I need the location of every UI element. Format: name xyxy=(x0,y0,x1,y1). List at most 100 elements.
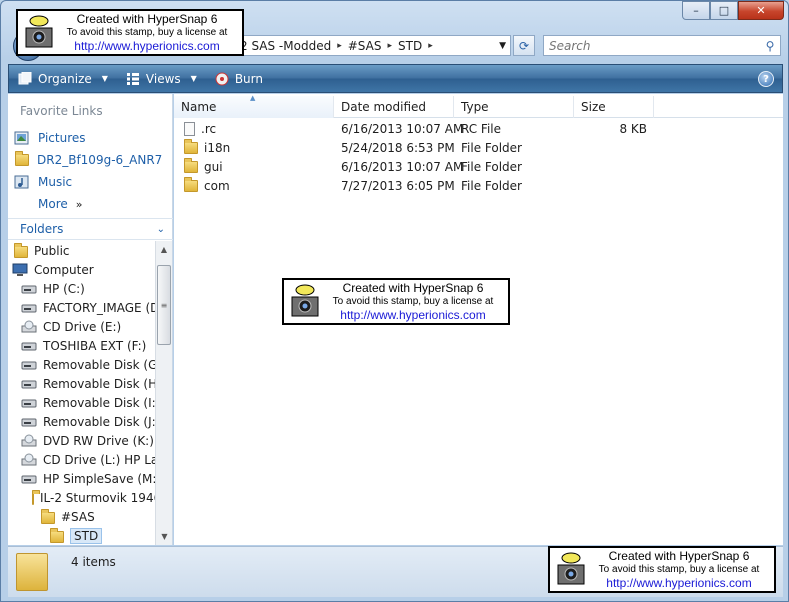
file-date: 6/16/2013 10:07 AM xyxy=(341,159,464,174)
tree-item[interactable]: Removable Disk (I:) xyxy=(8,393,155,412)
tree-item-label: Removable Disk (G:) xyxy=(43,357,155,372)
organize-icon xyxy=(18,71,32,84)
favorite-link-pictures[interactable]: Pictures xyxy=(14,127,162,149)
breadcrumb-item[interactable]: 2 SAS -Modded xyxy=(240,39,331,53)
search-input[interactable] xyxy=(544,38,760,53)
views-button[interactable]: Views ▼ xyxy=(117,65,206,92)
removable-disk-icon xyxy=(21,415,37,429)
tree-item[interactable]: HP SimpleSave (M:) xyxy=(8,469,155,488)
folder-icon xyxy=(15,151,29,166)
tree-item[interactable]: STD xyxy=(8,526,155,545)
column-header-name[interactable]: ▲ Name xyxy=(174,94,334,118)
address-bar[interactable]: 2 SAS -Modded ▸ #SAS ▸ STD ▸ ▼ xyxy=(233,35,511,56)
stamp-link[interactable]: http://www.hyperionics.com xyxy=(586,576,772,590)
breadcrumb-separator-icon[interactable]: ▸ xyxy=(428,41,433,51)
file-row[interactable]: .rc 6/16/2013 10:07 AM RC File 8 KB xyxy=(174,119,654,138)
stamp-link[interactable]: http://www.hyperionics.com xyxy=(54,39,240,53)
column-header-size[interactable]: Size xyxy=(574,96,654,118)
burn-button[interactable]: Burn xyxy=(206,65,272,92)
file-icon xyxy=(184,121,195,136)
scroll-down-icon[interactable]: ▼ xyxy=(156,528,173,545)
file-name-cell: gui xyxy=(174,157,334,174)
folder-tree-scrollbar[interactable]: ▲ ≡ ▼ xyxy=(155,241,172,545)
tree-item[interactable]: Removable Disk (G:) xyxy=(8,355,155,374)
folder-icon xyxy=(41,509,55,524)
search-box[interactable]: ⚲ xyxy=(543,35,781,56)
chevron-down-icon[interactable]: ▼ xyxy=(499,41,510,51)
tree-item-label: Removable Disk (J:) xyxy=(43,414,155,429)
column-header-label: Type xyxy=(461,100,489,114)
organize-label: Organize xyxy=(38,71,92,86)
tree-item-label: TOSHIBA EXT (F:) xyxy=(43,338,147,353)
column-header-type[interactable]: Type xyxy=(454,96,574,118)
tree-item-label: Public xyxy=(34,243,70,258)
file-row[interactable]: i18n 5/24/2018 6:53 PM File Folder xyxy=(174,138,654,157)
tree-item[interactable]: DVD RW Drive (K:) xyxy=(8,431,155,450)
tree-item[interactable]: FACTORY_IMAGE (D:) xyxy=(8,298,155,317)
tree-item[interactable]: IL-2 Sturmovik 1946 xyxy=(8,488,155,507)
folder-icon xyxy=(184,138,198,154)
file-type: File Folder xyxy=(461,159,522,174)
tree-item[interactable]: HP (C:) xyxy=(8,279,155,298)
tree-item-label: IL-2 Sturmovik 1946 xyxy=(40,490,155,505)
breadcrumb-separator-icon[interactable]: ▸ xyxy=(337,41,342,51)
tree-item[interactable]: CD Drive (L:) HP Laun xyxy=(8,450,155,469)
tree-item[interactable]: Removable Disk (J:) xyxy=(8,412,155,431)
tree-item[interactable]: Removable Disk (H:) xyxy=(8,374,155,393)
tree-item[interactable]: TOSHIBA EXT (F:) xyxy=(8,336,155,355)
file-name: i18n xyxy=(204,140,231,155)
hypersnap-stamp: Created with HyperSnap 6 To avoid this s… xyxy=(548,546,776,593)
refresh-icon: ⟳ xyxy=(518,38,530,53)
hypersnap-stamp: Created with HyperSnap 6 To avoid this s… xyxy=(282,278,510,325)
tree-item-label: Computer xyxy=(34,262,94,277)
favorite-links-heading: Favorite Links xyxy=(20,104,103,118)
file-date: 5/24/2018 6:53 PM xyxy=(341,140,455,155)
search-icon[interactable]: ⚲ xyxy=(760,39,780,53)
file-row[interactable]: com 7/27/2013 6:05 PM File Folder xyxy=(174,176,654,195)
file-size: 8 KB xyxy=(619,121,647,136)
refresh-button[interactable]: ⟳ xyxy=(513,35,535,56)
breadcrumb-item[interactable]: #SAS xyxy=(348,39,382,53)
favorite-link-label: Pictures xyxy=(38,131,86,145)
camera-icon xyxy=(291,284,319,317)
favorite-link-folder[interactable]: DR2_Bf109g-6_ANR7 xyxy=(14,149,162,171)
favorite-link-label: Music xyxy=(38,175,73,189)
stamp-notice: To avoid this stamp, buy a license at xyxy=(598,564,760,575)
tree-item[interactable]: #SAS xyxy=(8,507,155,526)
window-controls: – □ ✕ xyxy=(682,1,784,21)
hypersnap-stamp: Created with HyperSnap 6 To avoid this s… xyxy=(16,9,244,56)
pictures-icon xyxy=(14,131,29,145)
tree-item[interactable]: Public xyxy=(8,241,155,260)
maximize-button[interactable]: □ xyxy=(710,1,738,20)
column-header-date[interactable]: Date modified xyxy=(334,96,454,118)
drive-icon xyxy=(21,282,37,296)
folders-header[interactable]: Folders ⌄ xyxy=(8,218,173,240)
tree-item[interactable]: CD Drive (E:) xyxy=(8,317,155,336)
file-type: File Folder xyxy=(461,140,522,155)
breadcrumb-separator-icon[interactable]: ▸ xyxy=(387,41,392,51)
favorite-link-music[interactable]: Music xyxy=(14,171,162,193)
column-headers: ▲ Name Date modified Type Size xyxy=(174,94,783,118)
scroll-up-icon[interactable]: ▲ xyxy=(156,241,172,258)
scrollbar-thumb[interactable]: ≡ xyxy=(157,265,171,345)
help-icon[interactable]: ? xyxy=(758,71,774,87)
cd-drive-icon xyxy=(21,453,37,467)
breadcrumb-item[interactable]: STD xyxy=(398,39,422,53)
favorite-link-more[interactable]: More » xyxy=(14,193,162,215)
folder-icon xyxy=(184,157,198,173)
tree-item[interactable]: Computer xyxy=(8,260,155,279)
tree-item-label: DVD RW Drive (K:) xyxy=(43,433,154,448)
organize-button[interactable]: Organize ▼ xyxy=(9,65,117,92)
close-button[interactable]: ✕ xyxy=(738,1,784,20)
file-row[interactable]: gui 6/16/2013 10:07 AM File Folder xyxy=(174,157,654,176)
file-name-cell: com xyxy=(174,176,334,193)
column-header-label: Size xyxy=(581,100,606,114)
stamp-link[interactable]: http://www.hyperionics.com xyxy=(320,308,506,322)
more-arrows-icon: » xyxy=(75,197,83,211)
minimize-button[interactable]: – xyxy=(682,1,710,20)
file-date: 7/27/2013 6:05 PM xyxy=(341,178,455,193)
tree-item-label: HP SimpleSave (M:) xyxy=(43,471,155,486)
stamp-notice: To avoid this stamp, buy a license at xyxy=(332,296,494,307)
cd-drive-icon xyxy=(21,320,37,334)
file-rows: .rc 6/16/2013 10:07 AM RC File 8 KB i18n 5/24… xyxy=(174,119,654,195)
